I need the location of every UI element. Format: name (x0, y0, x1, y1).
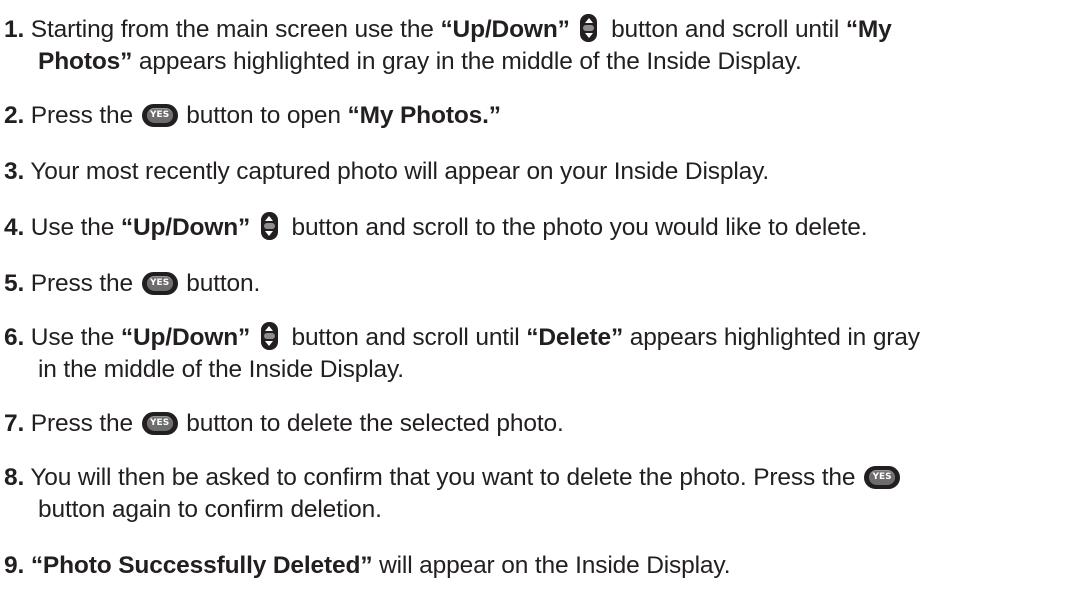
step-2: 2. Press the YES button to open “My Phot… (4, 100, 1074, 132)
step-7: 7. Press the YES button to delete the se… (4, 408, 1074, 440)
step-5: 5. Press the YES button. (4, 268, 1074, 300)
step-9: 9. “Photo Successfully Deleted” will app… (4, 550, 1074, 582)
step-text: button and scroll to the photo you would… (284, 214, 868, 241)
step-3: 3. Your most recently captured photo wil… (4, 156, 1074, 188)
yes-button-icon: YES (141, 272, 178, 295)
step-number: 1. (4, 16, 25, 43)
step-number: 5. (4, 270, 25, 297)
menu-item-name: “Delete” (526, 324, 624, 351)
step-text: button to open (179, 102, 348, 129)
step-text: Press the (24, 102, 140, 129)
step-text: Starting from the main screen use the (24, 16, 441, 43)
step-text: Press the (24, 410, 140, 437)
step-text: button again to confirm deletion. (38, 496, 382, 523)
menu-item-name: “My Photos.” (347, 102, 502, 129)
up-down-button-icon (580, 14, 598, 42)
step-number: 8. (4, 464, 25, 491)
yes-button-icon: YES (864, 466, 901, 489)
step-number: 7. (4, 410, 25, 437)
menu-item-name: “My (845, 16, 892, 43)
step-text: button and scroll until (604, 16, 846, 43)
step-text: You will then be asked to confirm that y… (24, 464, 863, 491)
step-6: 6. Use the “Up/Down” button and scroll u… (4, 322, 1074, 386)
step-text: appears highlighted in gray (623, 324, 920, 351)
step-text: in the middle of the Inside Display. (38, 356, 404, 383)
step-text: Use the (24, 214, 121, 241)
step-number: 9. (4, 552, 25, 579)
step-number: 2. (4, 102, 25, 129)
yes-button-icon: YES (141, 104, 178, 127)
button-name: “Up/Down” (120, 324, 251, 351)
step-number: 6. (4, 324, 25, 351)
step-text: button to delete the selected photo. (179, 410, 564, 437)
status-message: “Photo Successfully Deleted” (30, 552, 373, 579)
menu-item-name: Photos” (38, 48, 133, 75)
step-4: 4. Use the “Up/Down” button and scroll t… (4, 212, 1074, 244)
step-text: button and scroll until (284, 324, 527, 351)
step-8: 8. You will then be asked to confirm tha… (4, 462, 1074, 526)
step-text: button. (179, 270, 261, 297)
step-text: will appear on the Inside Display. (372, 552, 731, 579)
step-text: Use the (24, 324, 121, 351)
yes-button-icon: YES (141, 412, 178, 435)
step-text: Press the (24, 270, 140, 297)
button-name: “Up/Down” (120, 214, 251, 241)
step-text: appears highlighted in gray in the middl… (132, 48, 802, 75)
step-number: 4. (4, 214, 25, 241)
instruction-steps: 1. Starting from the main screen use the… (0, 0, 1086, 605)
up-down-button-icon (260, 212, 278, 240)
button-name: “Up/Down” (440, 16, 570, 43)
step-text: Your most recently captured photo will a… (24, 158, 770, 185)
step-1: 1. Starting from the main screen use the… (4, 14, 1074, 78)
step-number: 3. (4, 158, 25, 185)
up-down-button-icon (260, 322, 278, 350)
